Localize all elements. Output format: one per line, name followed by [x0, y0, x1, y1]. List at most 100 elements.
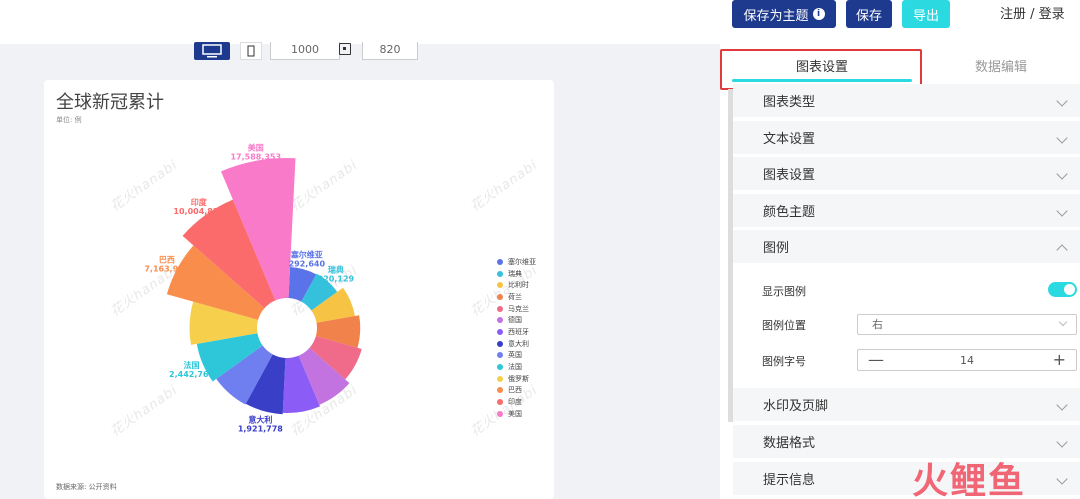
legend-item[interactable]: 西班牙 [497, 326, 536, 338]
section-chart-settings[interactable]: 图表设置 [733, 157, 1080, 192]
chart-legend[interactable]: 塞尔维亚瑞典 比利时 荷兰马克兰德国西班牙意大利英国法国俄罗斯巴西印度美国 [497, 256, 536, 420]
section-label: 颜色主题 [763, 205, 816, 220]
legend-show-label: 显示图例 [762, 285, 806, 298]
legend-dot [497, 258, 503, 265]
rose-chart: 塞尔维亚 292,640瑞典 320,129意大利 1,921,778法国 2,442,… [144, 143, 362, 434]
legend-label: 英国 [508, 351, 522, 360]
legend-dot [497, 340, 503, 347]
section-color-theme[interactable]: 颜色主题 [733, 194, 1080, 229]
legend-item[interactable]: 印度 [497, 396, 536, 408]
legend-item[interactable]: 巴西 [497, 385, 536, 397]
legend-font-label: 图例字号 [762, 355, 806, 368]
canvas-width-input[interactable]: 1000 [270, 42, 340, 60]
legend-item[interactable]: 马克兰 [497, 303, 536, 315]
section-watermark-footer[interactable]: 水印及页脚 [733, 388, 1080, 423]
legend-label: 意大利 [508, 339, 529, 348]
export-button[interactable]: 导出 [902, 0, 950, 28]
legend-item[interactable]: 美国 [497, 408, 536, 420]
legend-label: 荷兰 [508, 292, 522, 301]
section-label: 图表类型 [763, 95, 816, 110]
slice-label: 意大利 1,921,778 [238, 415, 283, 434]
legend-dot [497, 399, 503, 406]
save-as-theme-button[interactable]: 保存为主题 i [732, 0, 836, 28]
legend-font-stepper[interactable]: — 14 + [857, 349, 1077, 371]
slice-label: 巴西 7,163,912 [144, 256, 189, 274]
legend-item[interactable]: 英国 [497, 350, 536, 362]
chevron-down-icon [1056, 168, 1068, 180]
chevron-down-icon [1056, 95, 1068, 107]
save-label: 保存 [855, 8, 882, 24]
info-icon: i [812, 8, 825, 20]
monitor-icon [202, 44, 222, 58]
desktop-view-button[interactable] [194, 42, 230, 60]
slice-label: 美国 17,588,353 [230, 143, 281, 162]
chevron-down-icon [1058, 317, 1068, 327]
mobile-view-button[interactable] [240, 42, 262, 60]
legend-show-toggle[interactable] [1048, 282, 1077, 297]
increment-button[interactable]: + [1053, 350, 1066, 370]
legend-label: 俄罗斯 [508, 374, 529, 383]
register-login-link[interactable]: 注册 / 登录 [1000, 3, 1065, 22]
section-chart-type[interactable]: 图表类型 [733, 84, 1080, 119]
top-bar: 保存为主题 i 保存 导出 注册 / 登录 [0, 0, 1080, 44]
legend-dot [497, 293, 503, 300]
legend-label: 瑞典 [508, 269, 522, 278]
aspect-lock-icon[interactable] [339, 43, 351, 55]
legend-label: 美国 [508, 409, 522, 418]
legend-item[interactable]: 德国 [497, 314, 536, 326]
canvas-height-input[interactable]: 820 [362, 42, 418, 60]
section-data-format[interactable]: 数据格式 [733, 425, 1080, 460]
chevron-up-icon [1056, 244, 1068, 256]
section-label: 数据格式 [763, 436, 816, 451]
legend-item[interactable]: 意大利 [497, 338, 536, 350]
legend-item[interactable]: 塞尔维亚 [497, 256, 536, 268]
chevron-down-icon [1056, 436, 1068, 448]
legend-dot [497, 328, 503, 335]
chevron-down-icon [1056, 132, 1068, 144]
legend-item[interactable]: 俄罗斯 [497, 373, 536, 385]
chart-card: 全球新冠累计 单位: 例 花火hanabi 花火hanabi 花火hanabi … [44, 80, 554, 499]
legend-dot [497, 375, 503, 382]
settings-panel: 图表设置 数据编辑 图表类型 文本设置 图表设置 颜色主题 图例 显示图例 图例… [720, 44, 1080, 499]
legend-dot [497, 352, 503, 359]
export-label: 导出 [912, 8, 939, 24]
legend-dot [497, 317, 503, 324]
legend-dot [497, 282, 503, 289]
legend-label: 法国 [508, 363, 522, 372]
slice-label: 印度 10,004,825 [173, 197, 224, 216]
legend-item[interactable]: 法国 [497, 361, 536, 373]
legend-position-select[interactable]: 右 [857, 314, 1077, 335]
chart-source: 数据来源: 公开资料 [56, 483, 117, 491]
legend-label: 塞尔维亚 [508, 257, 536, 266]
legend-dot [497, 410, 503, 417]
legend-item[interactable]: 瑞典 [497, 268, 536, 280]
legend-font-value[interactable]: 14 [858, 354, 1076, 367]
legend-position-value: 右 [872, 318, 883, 331]
section-label: 提示信息 [763, 473, 816, 488]
section-label: 图例 [763, 241, 790, 256]
chevron-down-icon [1056, 205, 1068, 217]
chevron-down-icon [1056, 473, 1068, 485]
legend-item[interactable]: 比利时 [497, 279, 536, 291]
legend-label: 马克兰 [508, 304, 529, 313]
legend-position-label: 图例位置 [762, 319, 806, 332]
legend-label: 西班牙 [508, 327, 529, 336]
save-as-theme-label: 保存为主题 [743, 8, 809, 24]
save-button[interactable]: 保存 [846, 0, 892, 28]
legend-label: 巴西 [508, 386, 522, 395]
section-text-settings[interactable]: 文本设置 [733, 121, 1080, 156]
slice-label: 塞尔维亚 292,640 [289, 250, 326, 269]
chevron-down-icon [1056, 399, 1068, 411]
section-label: 文本设置 [763, 132, 816, 147]
legend-item[interactable]: 荷兰 [497, 291, 536, 303]
section-tooltip[interactable]: 提示信息 [733, 462, 1080, 497]
tab-data-edit[interactable]: 数据编辑 [975, 56, 1027, 75]
section-label: 图表设置 [763, 168, 816, 183]
panel-tabs: 图表设置 数据编辑 [720, 44, 1080, 90]
section-legend[interactable]: 图例 [733, 230, 1080, 265]
section-label: 水印及页脚 [763, 399, 829, 414]
phone-icon [247, 45, 255, 57]
legend-dot [497, 387, 503, 394]
legend-label: 德国 [508, 316, 522, 325]
legend-label: 印度 [508, 398, 522, 407]
